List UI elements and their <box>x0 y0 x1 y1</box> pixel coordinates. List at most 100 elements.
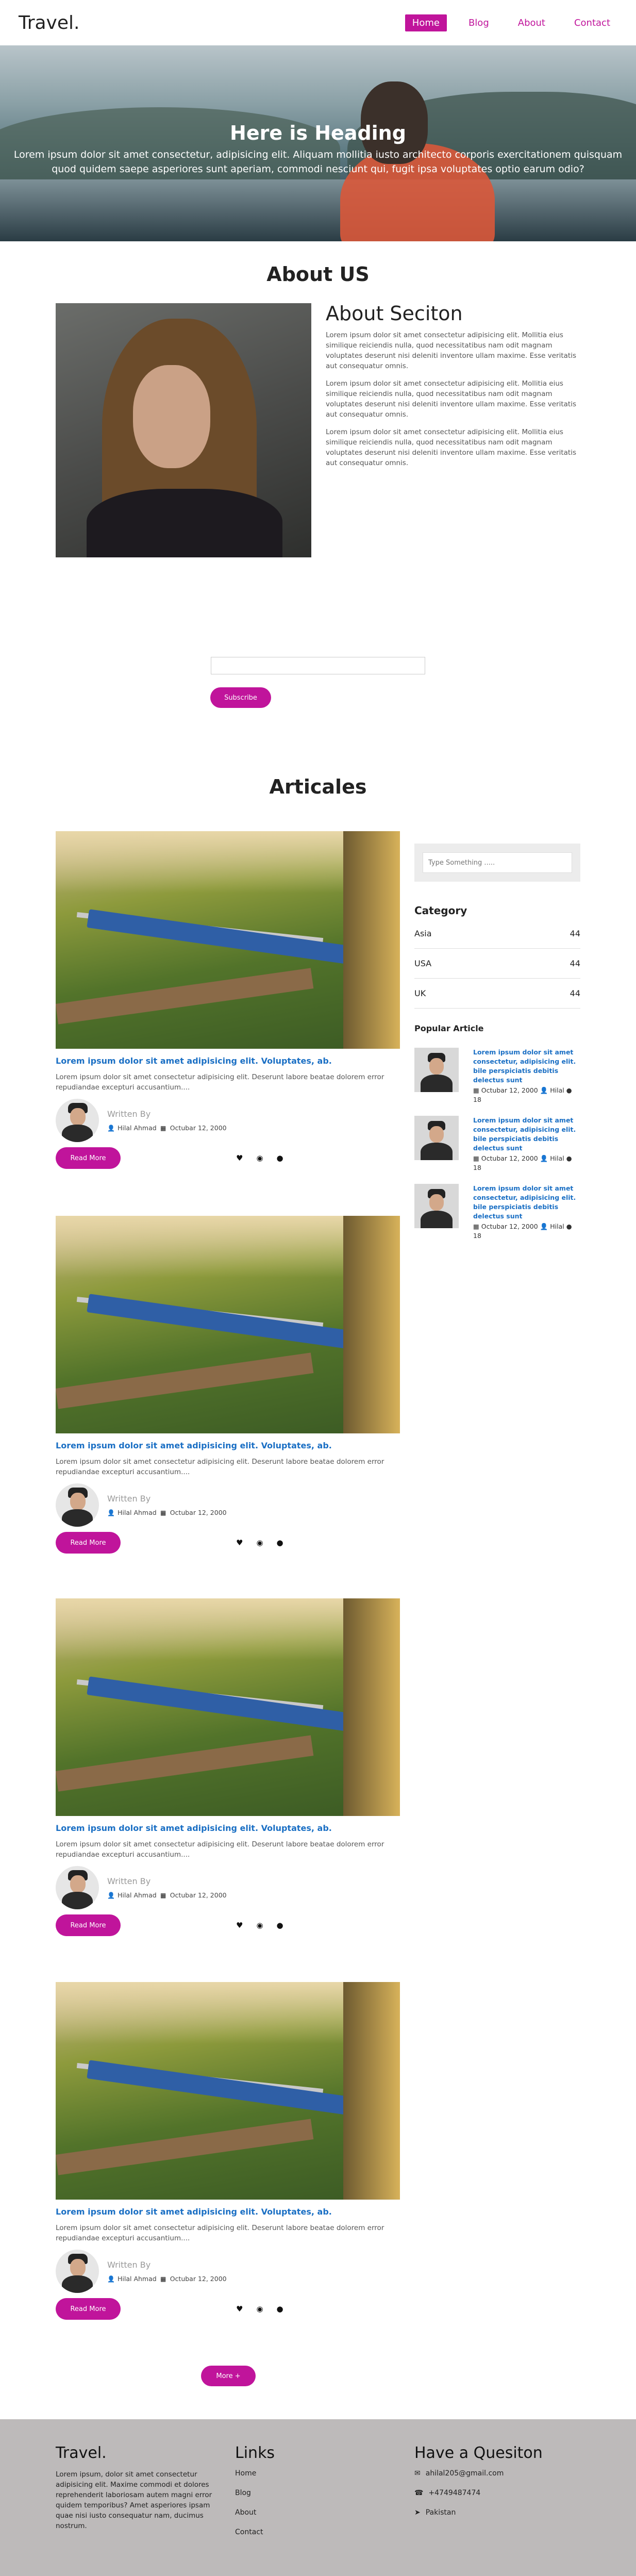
more-button[interactable]: More + <box>201 2366 256 2386</box>
about-paragraph: Lorem ipsum dolor sit amet consectetur a… <box>326 331 576 370</box>
calendar-icon: ▦ <box>160 1124 166 1132</box>
popular-article: Lorem ipsum dolor sit amet consectetur, … <box>414 1048 580 1104</box>
article-excerpt: Lorem ipsum dolor sit amet consectetur a… <box>56 1458 384 1476</box>
heart-icon[interactable]: ♥ <box>236 1921 243 1930</box>
subscribe-email-input[interactable] <box>211 657 425 674</box>
popular-author: Hilal <box>550 1223 564 1230</box>
post-date: Octubar 12, 2000 <box>170 1891 227 1899</box>
read-more-button[interactable]: Read More <box>56 2298 121 2320</box>
article-title[interactable]: Lorem ipsum dolor sit amet adipisicing e… <box>56 1441 400 1450</box>
article-image[interactable] <box>56 1216 400 1433</box>
user-icon: 👤 <box>107 2275 115 2283</box>
calendar-icon: ▦ <box>473 1154 479 1162</box>
user-icon: 👤 <box>107 1891 115 1899</box>
eye-icon[interactable]: ◉ <box>256 1153 263 1163</box>
avatar <box>56 2250 99 2293</box>
photo-face <box>133 365 210 468</box>
written-by-label: Written By <box>107 1494 151 1504</box>
popular-title[interactable]: Lorem ipsum dolor sit amet consectetur, … <box>473 1116 580 1153</box>
comment-icon[interactable]: ● <box>277 1921 283 1930</box>
popular-heading: Popular Article <box>414 1023 484 1033</box>
article-card: Lorem ipsum dolor sit amet adipisicing e… <box>56 1598 400 1936</box>
heart-icon[interactable]: ♥ <box>236 1153 243 1163</box>
article-title[interactable]: Lorem ipsum dolor sit amet adipisicing e… <box>56 1056 400 1066</box>
article-meta: Written By 👤 Hilal Ahmad ▦ Octubar 12, 2… <box>56 2250 400 2293</box>
footer-email[interactable]: ahilal205@gmail.com <box>426 2469 504 2478</box>
popular-thumb[interactable] <box>414 1184 459 1228</box>
author-name: Hilal Ahmad <box>118 1124 157 1132</box>
author-name: Hilal Ahmad <box>118 1891 157 1899</box>
article-image[interactable] <box>56 831 400 1049</box>
phone-icon: ☎ <box>414 2489 424 2497</box>
read-more-button[interactable]: Read More <box>56 1532 121 1554</box>
popular-thumb[interactable] <box>414 1116 459 1160</box>
footer-link-blog[interactable]: Blog <box>235 2489 275 2497</box>
article-title[interactable]: Lorem ipsum dolor sit amet adipisicing e… <box>56 1823 400 1833</box>
photo-shirt <box>87 489 282 557</box>
written-by-label: Written By <box>107 1109 151 1119</box>
comment-icon: ● <box>566 1086 572 1094</box>
article-card: Lorem ipsum dolor sit amet adipisicing e… <box>56 1982 400 2320</box>
nav-blog[interactable]: Blog <box>461 14 496 31</box>
about-section-title: About Seciton <box>326 302 463 325</box>
popular-date: Octubar 12, 2000 <box>481 1154 538 1162</box>
search-input[interactable] <box>423 852 572 873</box>
comment-icon[interactable]: ● <box>277 1538 283 1547</box>
nav-home[interactable]: Home <box>405 14 447 31</box>
subscribe-button[interactable]: Subscribe <box>210 687 271 708</box>
footer-links-heading: Links <box>235 2444 275 2462</box>
comment-icon[interactable]: ● <box>277 2304 283 2314</box>
articles-title: Articales <box>269 775 367 798</box>
eye-icon[interactable]: ◉ <box>256 1538 263 1547</box>
post-date: Octubar 12, 2000 <box>170 1509 227 1516</box>
nav-contact[interactable]: Contact <box>567 14 617 31</box>
category-item[interactable]: USA 44 <box>414 949 580 979</box>
brand-logo[interactable]: Travel. <box>19 12 79 34</box>
footer-about-text: Lorem ipsum, dolor sit amet consectetur … <box>56 2470 212 2530</box>
read-more-button[interactable]: Read More <box>56 1914 121 1936</box>
avatar <box>56 1099 99 1142</box>
article-image[interactable] <box>56 1598 400 1816</box>
nav-about[interactable]: About <box>511 14 553 31</box>
user-icon: 👤 <box>540 1223 548 1230</box>
location-icon: ➤ <box>414 2508 421 2517</box>
comment-icon: ● <box>566 1223 572 1230</box>
heart-icon[interactable]: ♥ <box>236 2304 243 2314</box>
about-title: About US <box>266 263 370 286</box>
hero-paragraph: Lorem ipsum dolor sit amet consectetur, … <box>13 149 623 175</box>
article-excerpt: Lorem ipsum dolor sit amet consectetur a… <box>56 1840 384 1859</box>
popular-article: Lorem ipsum dolor sit amet consectetur, … <box>414 1116 580 1173</box>
footer-contact-heading: Have a Quesiton <box>414 2444 543 2462</box>
footer-phone[interactable]: +4749487474 <box>428 2489 480 2497</box>
category-name: UK <box>414 988 426 998</box>
popular-thumb[interactable] <box>414 1048 459 1092</box>
popular-comments: 18 <box>473 1164 481 1171</box>
comment-icon[interactable]: ● <box>277 1153 283 1163</box>
category-count: 44 <box>570 988 580 998</box>
article-title[interactable]: Lorem ipsum dolor sit amet adipisicing e… <box>56 2207 400 2217</box>
footer-link-about[interactable]: About <box>235 2508 275 2517</box>
comment-icon: ● <box>566 1154 572 1162</box>
popular-title[interactable]: Lorem ipsum dolor sit amet consectetur, … <box>473 1184 580 1221</box>
eye-icon[interactable]: ◉ <box>256 2304 263 2314</box>
footer-link-contact[interactable]: Contact <box>235 2528 275 2536</box>
calendar-icon: ▦ <box>473 1223 479 1230</box>
popular-comments: 18 <box>473 1232 481 1240</box>
avatar <box>56 1866 99 1909</box>
category-name: Asia <box>414 929 432 938</box>
category-item[interactable]: UK 44 <box>414 979 580 1009</box>
footer-contact: Have a Quesiton ✉ ahilal205@gmail.com ☎ +4… <box>414 2444 543 2528</box>
heart-icon[interactable]: ♥ <box>236 1538 243 1547</box>
article-meta: Written By 👤 Hilal Ahmad ▦ Octubar 12, 2… <box>56 1099 400 1142</box>
avatar <box>56 1483 99 1527</box>
email-icon: ✉ <box>414 2469 421 2478</box>
popular-title[interactable]: Lorem ipsum dolor sit amet consectetur, … <box>473 1048 580 1085</box>
eye-icon[interactable]: ◉ <box>256 1921 263 1930</box>
footer-link-home[interactable]: Home <box>235 2469 275 2478</box>
read-more-button[interactable]: Read More <box>56 1147 121 1169</box>
written-by-label: Written By <box>107 2260 151 2270</box>
hero-lake <box>0 179 636 241</box>
article-image[interactable] <box>56 1982 400 2200</box>
category-item[interactable]: Asia 44 <box>414 919 580 949</box>
calendar-icon: ▦ <box>160 1509 166 1516</box>
